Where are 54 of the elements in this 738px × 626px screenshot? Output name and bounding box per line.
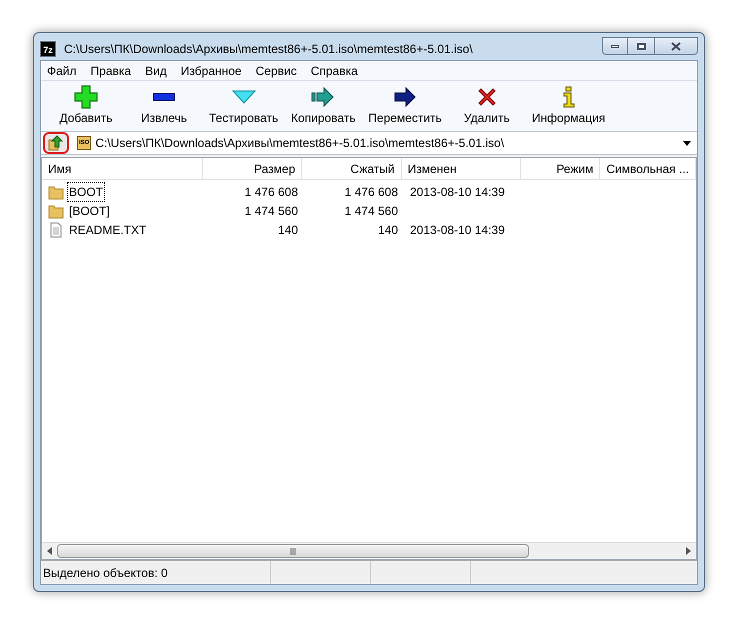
scrollbar-thumb[interactable] [57,544,529,558]
menu-item[interactable]: Справка [310,62,358,80]
file-name[interactable]: [BOOT] [67,200,112,220]
minus-icon [153,93,175,101]
menu-item[interactable]: Сервис [256,62,297,80]
toolbar-button[interactable]: Удалить [450,85,524,127]
menu-item[interactable]: Избранное [180,62,242,80]
column-header[interactable]: Режим [520,158,600,179]
app-icon: 7z [40,40,56,56]
column-header[interactable]: Размер [202,158,302,179]
folder-icon [48,202,64,218]
size-cell: 140 [278,222,298,236]
maximize-button[interactable] [628,37,654,55]
horizontal-scrollbar[interactable] [42,542,696,559]
packed-size-cell: 1 476 608 [344,184,398,198]
scroll-left-icon [47,547,52,555]
toolbar-button[interactable]: Извлечь [127,85,201,127]
column-header[interactable]: Имя [42,158,203,179]
arrow-right-icon [393,85,418,109]
column-header[interactable]: Изменен [402,158,521,179]
modified-cell: 2013-08-10 14:39 [410,222,505,236]
file-name[interactable]: BOOT [67,182,106,202]
menu-item[interactable]: Файл [47,62,77,80]
up-button[interactable] [43,132,69,154]
dropdown-icon [683,140,691,146]
grip-icon [290,548,296,554]
size-cell: 1 476 608 [244,184,298,198]
file-name[interactable]: README.TXT [67,220,148,240]
window-title: C:\Users\ПК\Downloads\Архивы\memtest86+-5.01.iso\memtest86+-5.01.iso\ [64,40,473,58]
toolbar-button[interactable]: Добавить [49,85,123,127]
column-header[interactable]: Символьная ... [600,158,696,179]
packed-size-cell: 140 [378,222,398,236]
toolbar-button[interactable]: Информация [528,85,610,127]
plus-icon [74,85,98,109]
toolbar-button[interactable]: Переместить [364,85,446,127]
arrow-right-icon [311,85,336,109]
folder-up-icon [48,135,64,151]
toolbar-button[interactable]: Копировать [286,85,360,127]
close-button[interactable] [654,37,698,55]
toolbar-button[interactable]: Тестировать [205,85,282,127]
maximize-icon [636,42,646,50]
status-text: Выделено объектов: 0 [41,561,271,584]
folder-icon [48,184,64,200]
close-icon [671,42,681,50]
minimize-button[interactable] [602,37,628,55]
menu-item[interactable]: Правка [90,62,132,80]
scroll-right-icon [686,547,691,555]
menu-item[interactable]: Вид [145,62,167,80]
packed-size-cell: 1 474 560 [344,204,398,218]
minimize-icon [611,44,619,48]
column-header[interactable]: Сжатый [302,158,402,179]
document-icon [48,222,64,238]
modified-cell: 2013-08-10 14:39 [410,184,505,198]
size-cell: 1 474 560 [244,204,298,218]
